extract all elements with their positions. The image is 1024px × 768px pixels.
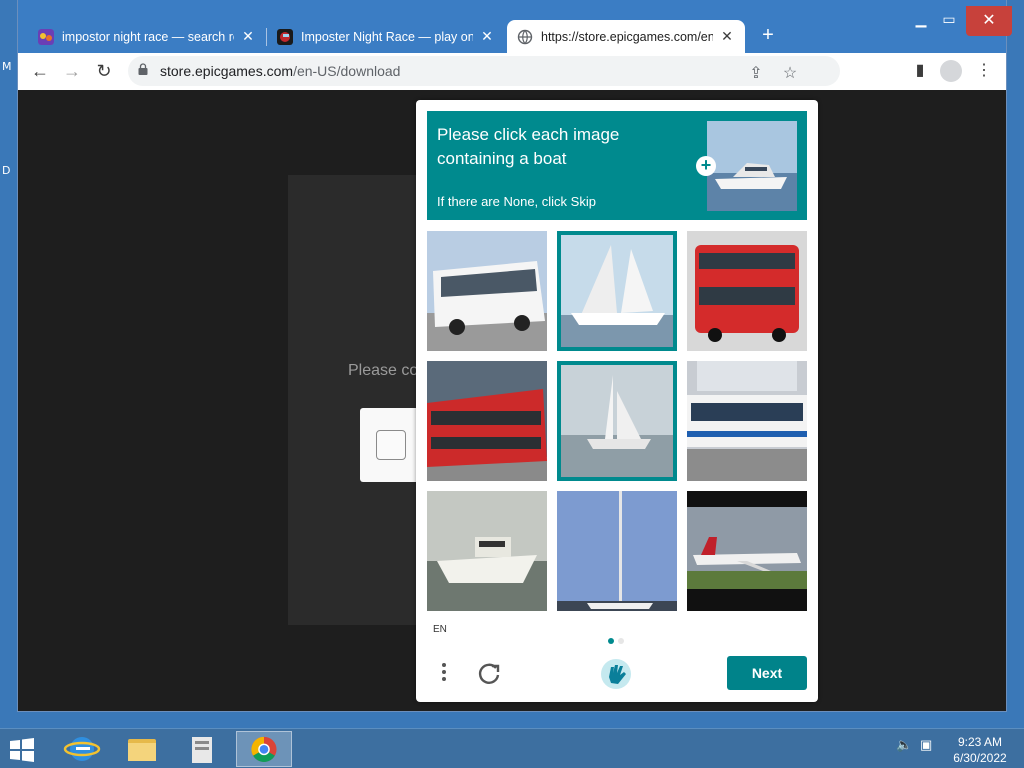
page-dot [618,638,624,644]
sample-boat-image [707,121,797,211]
language-selector[interactable]: EN [433,624,447,635]
tab-search-results[interactable]: impostor night race — search res ✕ [28,20,266,53]
back-button[interactable]: ← [28,59,52,83]
tab-title: https://store.epicgames.com/en- [541,29,713,44]
captcha-cell[interactable] [557,491,677,611]
forward-button[interactable]: → [60,59,84,83]
close-window-button[interactable]: ✕ [966,6,1012,36]
reload-button[interactable]: ↻ [92,59,116,83]
system-clock[interactable]: 9:23 AM 6/30/2022 [944,734,1016,766]
city-bus-image [687,361,807,481]
taskbar-explorer-button[interactable] [114,731,170,767]
volume-muted-icon[interactable]: 🔈 [896,737,914,755]
bus-image [427,231,547,351]
captcha-checkbox[interactable] [376,430,406,460]
taskbar: 🔈 ▣ 9:23 AM 6/30/2022 [0,728,1024,768]
double-decker-bus-image [427,361,547,481]
captcha-cell[interactable] [687,361,807,481]
network-icon[interactable]: ▣ [920,737,938,755]
folder-icon [128,739,156,761]
maximize-button[interactable]: ▭ [936,8,962,30]
captcha-prompt-hint: If there are None, click Skip [437,194,596,209]
mast-image [557,491,677,611]
hcaptcha-logo-icon[interactable] [599,657,633,691]
profile-avatar[interactable] [940,60,962,82]
new-tab-button[interactable]: + [756,24,780,48]
captcha-image-grid [427,231,807,611]
captcha-cell[interactable] [427,361,547,481]
captcha-prompt: Please click each image containing a boa… [427,111,807,220]
close-tab-icon[interactable]: ✕ [719,28,735,45]
taskbar-app-button[interactable] [174,731,230,767]
side-panel-icon[interactable]: ▮ [908,59,932,83]
lock-icon [138,63,148,75]
url-path: /en-US/download [293,63,401,79]
tab-favicon-icon [38,28,54,45]
bookmark-star-icon[interactable]: ☆ [778,62,802,86]
menu-kebab-icon[interactable]: ⋮ [972,59,996,83]
captcha-cell[interactable] [427,491,547,611]
browser-toolbar: ← → ↻ store.epicgames.com/en-US/download… [18,53,1006,90]
refresh-icon[interactable] [476,660,502,686]
windows-start-icon[interactable] [8,737,36,763]
share-icon[interactable]: ⇪ [744,62,768,86]
close-tab-icon[interactable]: ✕ [240,28,256,45]
tab-favicon-icon [277,28,293,45]
tab-title: Imposter Night Race — play onli [301,29,473,44]
globe-icon [517,29,533,44]
tab-strip: impostor night race — search res ✕ Impos… [18,0,1012,53]
captcha-cell-selected[interactable] [557,231,677,351]
desktop-icon-label[interactable]: M [2,60,12,73]
url-text: store.epicgames.com/en-US/download [160,63,400,79]
tab-imposter-night-race[interactable]: Imposter Night Race — play onli ✕ [267,20,505,53]
motor-boat-image [427,491,547,611]
page-instruction-text: Please co [348,362,419,379]
chrome-icon [251,736,277,762]
page-indicator [608,631,628,649]
captcha-prompt-title: Please click each image containing a boa… [437,125,620,168]
minimize-button[interactable]: ▁ [908,8,934,30]
sailboat-image [561,235,673,347]
sailboat-image [561,365,673,477]
captcha-menu-button[interactable] [436,660,452,686]
airplane-image [687,491,807,611]
tab-epicgames[interactable]: https://store.epicgames.com/en- ✕ [507,20,745,53]
internet-explorer-icon [63,737,101,761]
clock-time: 9:23 AM [957,735,1003,749]
next-button[interactable]: Next [727,656,807,690]
tab-title: impostor night race — search res [62,29,234,44]
captcha-cell-selected[interactable] [557,361,677,481]
captcha-cell[interactable] [687,491,807,611]
captcha-cell[interactable] [427,231,547,351]
address-bar[interactable]: store.epicgames.com/en-US/download ⇪ ☆ [128,56,840,86]
double-decker-bus-image [687,231,807,351]
expand-sample-plus-icon[interactable]: + [696,156,716,176]
taskbar-chrome-button[interactable] [236,731,292,767]
url-host: store.epicgames.com [160,63,294,79]
desktop-icon-label[interactable]: D [2,164,10,177]
page-dot-active [608,638,614,644]
captcha-dialog: Please click each image containing a boa… [416,100,818,702]
taskbar-ie-button[interactable] [54,731,110,767]
clock-date: 6/30/2022 [953,751,1007,765]
document-app-icon [192,737,212,763]
close-tab-icon[interactable]: ✕ [479,28,495,45]
captcha-cell[interactable] [687,231,807,351]
